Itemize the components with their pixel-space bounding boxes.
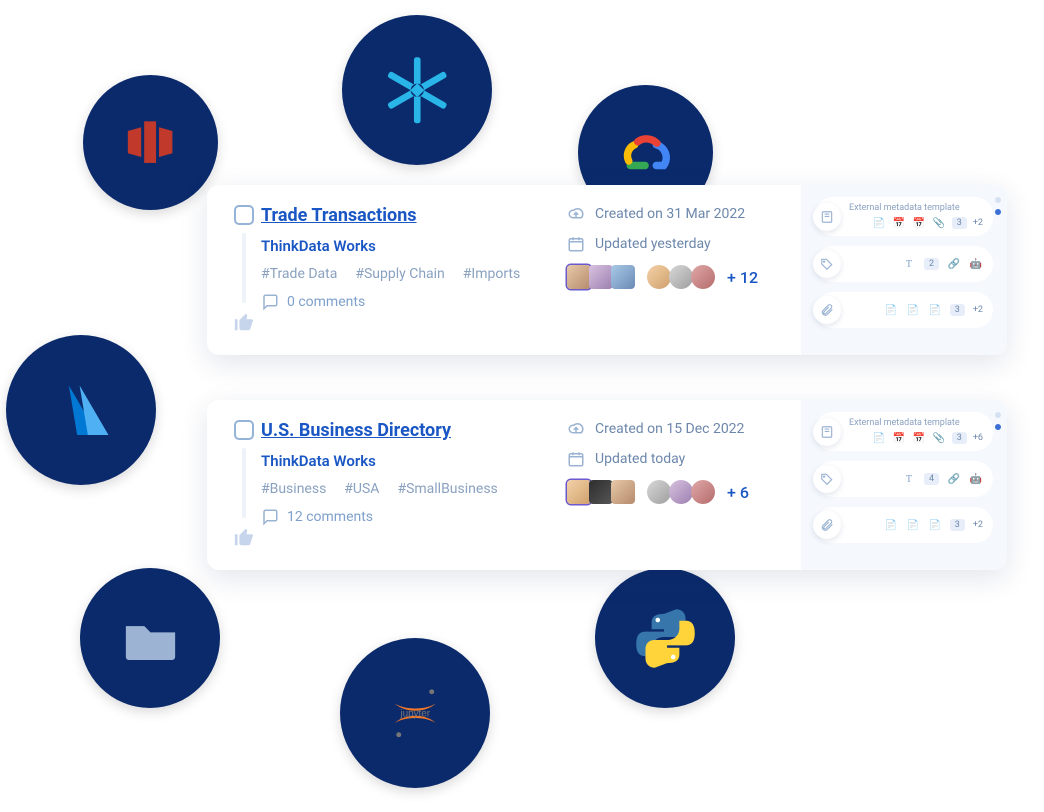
integration-jupyter-icon: jupyter <box>340 638 490 788</box>
dataset-org: ThinkData Works <box>261 237 567 255</box>
select-checkbox[interactable] <box>234 205 254 225</box>
doc-icon: 📄 <box>872 216 886 230</box>
tag-icon <box>820 257 834 271</box>
tag[interactable]: #USA <box>344 481 379 497</box>
tag[interactable]: #Supply Chain <box>355 266 444 282</box>
dataset-org: ThinkData Works <box>261 452 567 470</box>
comment-icon <box>261 508 279 526</box>
text-type-icon: T <box>902 472 916 486</box>
metadata-sidebar: External metadata template 📄 📅 📅 📎 3 +6 … <box>801 400 1007 570</box>
cloud-upload-icon <box>567 420 585 438</box>
type-pill[interactable]: T 4 🔗 🤖 <box>815 461 993 497</box>
updated-date: Updated today <box>567 450 777 468</box>
integration-files-icon <box>80 568 220 708</box>
file-icon: 📄 <box>928 518 942 532</box>
template-icon <box>820 210 834 224</box>
tag-icon <box>820 472 834 486</box>
clip-icon: 📎 <box>932 431 946 445</box>
metadata-sidebar: External metadata template 📄 📅 📅 📎 3 +2 … <box>801 185 1007 355</box>
file-icon: 📄 <box>884 303 898 317</box>
timeline-bar <box>242 448 246 518</box>
link-icon: 🔗 <box>947 472 961 486</box>
collaborators[interactable]: + 6 <box>567 480 777 504</box>
comment-icon <box>261 293 279 311</box>
paperclip-icon <box>820 518 834 532</box>
robot-icon: 🤖 <box>969 472 983 486</box>
dataset-card[interactable]: Trade Transactions ThinkData Works #Trad… <box>207 185 1007 355</box>
avatar[interactable] <box>567 265 591 289</box>
collaborators[interactable]: + 12 <box>567 265 777 289</box>
tag[interactable]: #Imports <box>463 266 520 282</box>
updated-date: Updated yesterday <box>567 235 777 253</box>
link-icon: 🔗 <box>947 257 961 271</box>
avatar[interactable] <box>567 480 591 504</box>
metadata-template-pill[interactable]: External metadata template 📄 📅 📅 📎 3 +6 <box>815 412 993 451</box>
integration-redshift-icon <box>83 75 218 210</box>
dataset-tags: #Trade Data #Supply Chain #Imports <box>261 266 567 282</box>
comments-count[interactable]: 12 comments <box>261 508 567 526</box>
svg-text:jupyter: jupyter <box>399 708 430 719</box>
avatar[interactable] <box>647 480 671 504</box>
avatar[interactable] <box>589 265 613 289</box>
file-icon: 📄 <box>884 518 898 532</box>
like-icon[interactable] <box>233 526 255 548</box>
file-icon: 📄 <box>906 518 920 532</box>
avatar[interactable] <box>669 480 693 504</box>
avatar[interactable] <box>589 480 613 504</box>
avatar[interactable] <box>647 265 671 289</box>
calendar-mini-icon: 📅 <box>912 216 926 230</box>
avatar[interactable] <box>691 480 715 504</box>
tag[interactable]: #SmallBusiness <box>397 481 497 497</box>
text-type-icon: T <box>902 257 916 271</box>
created-date: Created on 31 Mar 2022 <box>567 205 777 223</box>
calendar-mini-icon: 📅 <box>892 431 906 445</box>
dataset-tags: #Business #USA #SmallBusiness <box>261 481 567 497</box>
calendar-mini-icon: 📅 <box>892 216 906 230</box>
created-date: Created on 15 Dec 2022 <box>567 420 777 438</box>
tag[interactable]: #Business <box>261 481 326 497</box>
paperclip-icon <box>820 303 834 317</box>
timeline-bar <box>242 233 246 303</box>
avatar[interactable] <box>669 265 693 289</box>
select-checkbox[interactable] <box>234 420 254 440</box>
file-icon: 📄 <box>906 303 920 317</box>
avatar-overflow[interactable]: + 6 <box>727 483 749 502</box>
calendar-icon <box>567 450 585 468</box>
dataset-title-link[interactable]: U.S. Business Directory <box>261 420 567 441</box>
avatar[interactable] <box>611 480 635 504</box>
comments-count[interactable]: 0 comments <box>261 293 567 311</box>
calendar-icon <box>567 235 585 253</box>
integration-azure-icon <box>6 335 156 485</box>
template-icon <box>820 425 834 439</box>
integration-snowflake-icon <box>342 15 492 165</box>
attachments-pill[interactable]: 📄 📄 📄 3 +2 <box>815 507 993 543</box>
clip-icon: 📎 <box>932 216 946 230</box>
avatar[interactable] <box>691 265 715 289</box>
avatar[interactable] <box>611 265 635 289</box>
calendar-mini-icon: 📅 <box>912 431 926 445</box>
dataset-title-link[interactable]: Trade Transactions <box>261 205 567 226</box>
like-icon[interactable] <box>233 311 255 333</box>
robot-icon: 🤖 <box>969 257 983 271</box>
file-icon: 📄 <box>928 303 942 317</box>
cloud-upload-icon <box>567 205 585 223</box>
dataset-card[interactable]: U.S. Business Directory ThinkData Works … <box>207 400 1007 570</box>
metadata-template-pill[interactable]: External metadata template 📄 📅 📅 📎 3 +2 <box>815 197 993 236</box>
avatar-overflow[interactable]: + 12 <box>727 268 758 287</box>
type-pill[interactable]: T 2 🔗 🤖 <box>815 246 993 282</box>
integration-python-icon <box>595 568 735 708</box>
doc-icon: 📄 <box>872 431 886 445</box>
attachments-pill[interactable]: 📄 📄 📄 3 +2 <box>815 292 993 328</box>
tag[interactable]: #Trade Data <box>261 266 337 282</box>
